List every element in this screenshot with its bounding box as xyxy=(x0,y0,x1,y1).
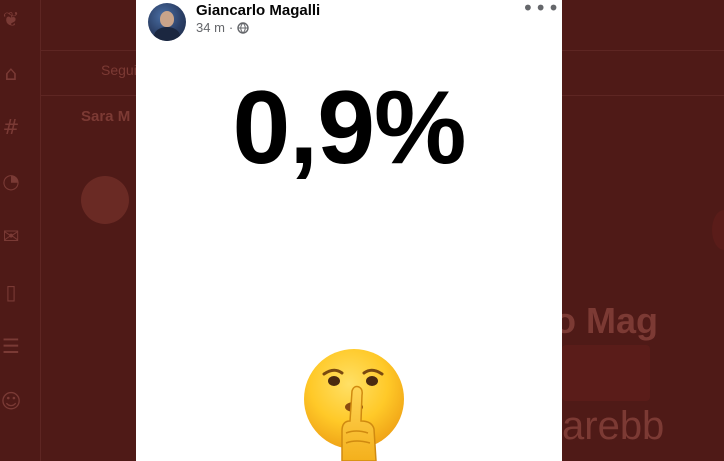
bird-icon: ❦ xyxy=(2,7,20,31)
divider xyxy=(562,95,724,96)
mail-icon: ✉ xyxy=(2,224,20,248)
background-heading: Sara M xyxy=(81,108,131,125)
divider xyxy=(562,50,724,51)
background-image-block xyxy=(562,345,650,401)
background-large-text: o Mag xyxy=(554,300,658,341)
post-meta: 34 m · xyxy=(196,20,249,35)
separator: · xyxy=(228,20,234,35)
home-icon: ⌂ xyxy=(4,61,18,85)
author-avatar[interactable] xyxy=(148,3,186,41)
background-right-panel: o Mag arebb xyxy=(554,0,724,461)
post-text: 0,9% xyxy=(232,70,466,186)
divider xyxy=(41,95,137,96)
list-icon: ☰ xyxy=(2,334,20,358)
background-feed: Segui Sara M xyxy=(40,0,137,461)
author-name[interactable]: Giancarlo Magalli xyxy=(196,2,320,19)
divider xyxy=(41,50,137,51)
globe-icon xyxy=(237,21,249,34)
post-header: Giancarlo Magalli 34 m · ••• xyxy=(136,0,562,42)
bell-icon: ◔ xyxy=(2,169,20,193)
avatar-face xyxy=(160,11,174,27)
post-timestamp[interactable]: 34 m xyxy=(196,20,225,35)
background-sidebar: ❦ ⌂ # ◔ ✉ ▯ ☰ ☺ xyxy=(0,0,40,461)
more-options-icon[interactable]: ••• xyxy=(522,0,559,22)
background-large-text-2: arebb xyxy=(562,404,665,448)
background-button xyxy=(712,210,724,250)
avatar-body xyxy=(154,27,180,41)
bookmark-icon: ▯ xyxy=(5,280,17,304)
profile-icon: ☺ xyxy=(0,389,22,413)
hashtag-icon: # xyxy=(2,115,20,139)
facebook-post: Giancarlo Magalli 34 m · ••• 0,9% xyxy=(136,0,562,461)
shushing-face-emoji-icon xyxy=(302,347,412,461)
background-avatar xyxy=(81,176,129,224)
background-tab-label: Segui xyxy=(101,62,137,78)
